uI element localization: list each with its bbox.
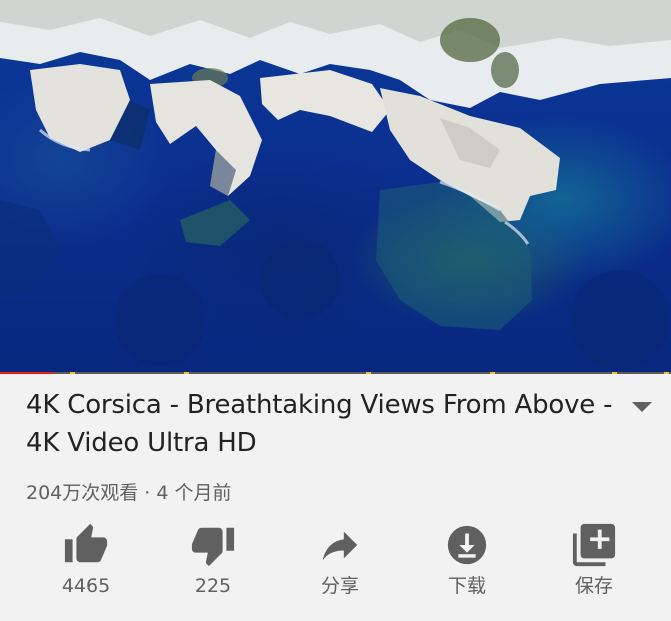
video-frame-image	[0, 0, 671, 370]
chapter-marker	[184, 372, 189, 374]
download-button[interactable]: 下载	[405, 522, 529, 612]
dislike-count: 225	[194, 575, 232, 597]
chapter-marker	[70, 372, 75, 374]
download-icon	[447, 525, 487, 565]
video-title[interactable]: 4K Corsica - Breathtaking Views From Abo…	[26, 386, 616, 462]
video-player[interactable]	[0, 0, 671, 374]
chapter-marker	[612, 372, 617, 374]
download-label: 下载	[447, 575, 486, 597]
action-bar: 4465 225 分享 下载 保存	[24, 522, 656, 612]
chapter-marker	[490, 372, 495, 374]
chevron-down-icon[interactable]	[628, 394, 656, 418]
view-count-and-date: 204万次观看 · 4 个月前	[26, 482, 232, 504]
save-label: 保存	[574, 575, 613, 597]
like-count: 4465	[61, 575, 111, 597]
chapter-marker	[366, 372, 371, 374]
progress-played	[0, 372, 54, 374]
save-button[interactable]: 保存	[532, 522, 656, 612]
progress-bar[interactable]	[0, 372, 671, 374]
share-icon	[322, 531, 358, 561]
thumbs-down-icon	[191, 527, 235, 567]
save-to-playlist-icon	[572, 523, 616, 567]
share-label: 分享	[320, 575, 359, 597]
chapter-marker	[664, 372, 669, 374]
dislike-button[interactable]: 225	[151, 522, 275, 612]
like-button[interactable]: 4465	[24, 522, 148, 612]
share-button[interactable]: 分享	[278, 522, 402, 612]
thumbs-up-icon	[64, 523, 108, 563]
